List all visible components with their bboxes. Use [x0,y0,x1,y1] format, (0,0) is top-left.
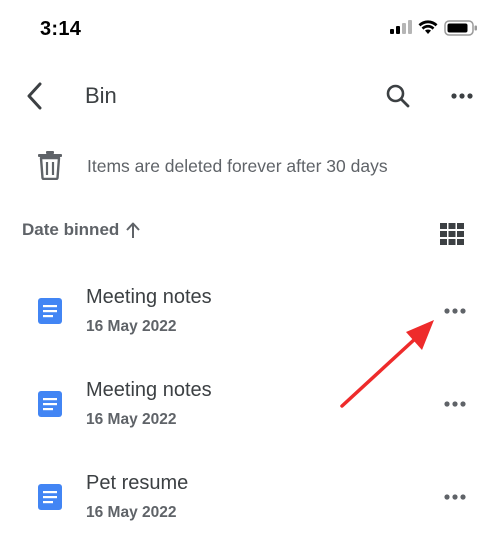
page-title: Bin [85,83,117,108]
more-horizontal-icon [444,308,466,314]
status-bar: 3:14 [0,0,500,60]
search-button[interactable] [378,76,418,116]
more-horizontal-icon [444,401,466,407]
file-more-button[interactable] [436,480,474,514]
file-more-button[interactable] [436,294,474,328]
drive-bin-screen: 3:14 Bin Items are deleted forever after… [0,0,500,550]
sort-row: Date binned [0,212,500,252]
file-date: 16 May 2022 [86,504,177,521]
file-name: Meeting notes [86,286,212,308]
back-chevron-icon [27,82,42,110]
sort-by-button[interactable]: Date binned [22,220,141,240]
docs-icon [38,298,62,324]
file-date: 16 May 2022 [86,411,177,428]
file-name: Pet resume [86,472,189,494]
status-time: 3:14 [40,18,82,40]
bin-info-banner: Items are deleted forever after 30 days [0,142,500,190]
file-name: Meeting notes [86,379,212,401]
more-horizontal-icon [444,494,466,500]
sort-label: Date binned [22,220,120,239]
list-item[interactable]: Pet resume 16 May 2022 [0,454,500,544]
battery-icon [444,20,477,36]
grid-view-button[interactable] [432,214,472,254]
more-horizontal-icon [451,93,473,99]
top-app-bar: Bin [0,68,500,124]
search-icon [386,84,410,108]
list-item[interactable]: Meeting notes 16 May 2022 [0,268,500,358]
docs-icon [38,484,62,510]
cellular-signal-icon [390,20,412,34]
docs-icon [38,391,62,417]
trash-icon [37,150,63,181]
more-options-button[interactable] [442,76,482,116]
wifi-icon [418,20,438,34]
back-button[interactable] [14,76,54,116]
grid-view-icon [440,223,464,245]
bin-info-text: Items are deleted forever after 30 days [87,156,388,176]
file-more-button[interactable] [436,387,474,421]
file-date: 16 May 2022 [86,318,177,335]
list-item[interactable]: Meeting notes 16 May 2022 [0,361,500,451]
arrow-up-icon [125,221,141,239]
